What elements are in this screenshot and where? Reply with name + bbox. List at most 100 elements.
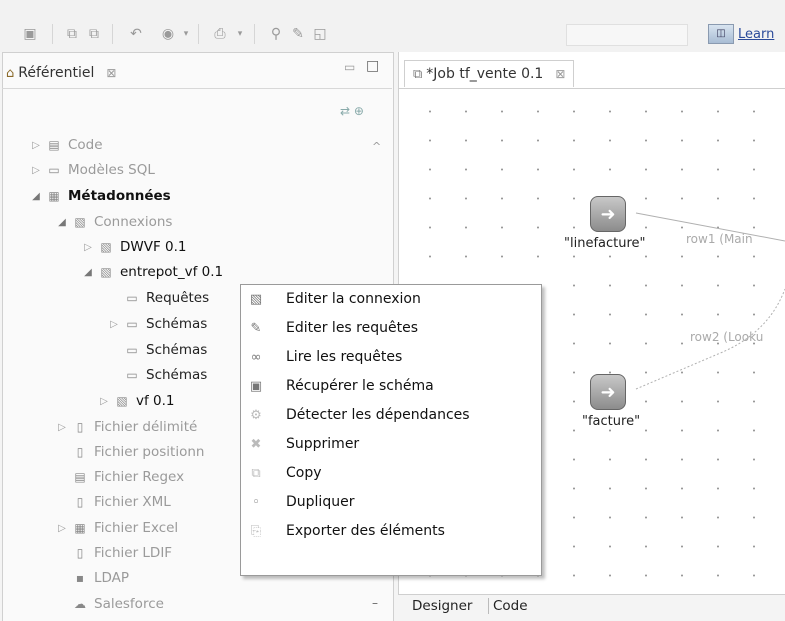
delete-icon: ✖ — [250, 436, 262, 452]
collapse-icon[interactable]: ◢ — [56, 217, 68, 228]
repository-tab-title: Référentiel — [18, 65, 95, 81]
sql-models-icon: ▭ — [48, 163, 60, 177]
collapse-icon[interactable]: ◢ — [82, 267, 94, 278]
file-icon: ▤ — [74, 470, 86, 484]
arrow-icon: ➜ — [600, 381, 616, 403]
menu-item-edit-queries[interactable]: ✎ Editer les requêtes — [240, 314, 540, 342]
menu-item-edit-connection[interactable]: ▧ Editer la connexion — [240, 285, 540, 313]
tree-item-xml-file[interactable]: ▯ Fichier XML — [72, 491, 171, 513]
salesforce-icon: ☁ — [74, 597, 86, 611]
export-icon[interactable]: ⎙ — [212, 26, 228, 42]
duplicate-icon: ◦ — [252, 494, 260, 510]
tree-item-positional-file[interactable]: ▯ Fichier positionn — [72, 441, 205, 463]
menu-item-delete[interactable]: ✖ Supprimer — [240, 430, 540, 458]
tree-item-sql-models[interactable]: ▷ ▭ Modèles SQL — [30, 159, 155, 181]
menu-item-label: Editer les requêtes — [286, 320, 419, 336]
tree-item-ldap[interactable]: ▪ LDAP — [72, 567, 129, 589]
export-icon: ⎘ — [250, 523, 262, 539]
tree-item-requetes[interactable]: ▭ Requêtes — [124, 287, 209, 309]
copy-icon: ⧉ — [251, 465, 261, 481]
chevron-down-icon[interactable]: ▾ — [232, 26, 248, 42]
tree-item-connections[interactable]: ◢ ▧ Connexions — [56, 211, 172, 233]
connection-label[interactable]: row2 (Looku — [690, 330, 763, 344]
scroll-down-icon[interactable]: – — [372, 596, 378, 610]
tree-item-label: Connexions — [94, 214, 173, 230]
tree-item-metadata[interactable]: ◢ ▦ Métadonnées — [30, 185, 171, 207]
menu-item-label: Lire les requêtes — [286, 349, 403, 365]
toolbar-search-field[interactable] — [566, 24, 688, 46]
expand-icon[interactable]: ▷ — [56, 422, 68, 433]
menu-item-read-queries[interactable]: ∞ Lire les requêtes — [240, 343, 540, 371]
expand-icon[interactable]: ▷ — [30, 165, 42, 176]
tree-item-schemas[interactable]: ▷ ▭ Schémas — [108, 313, 207, 335]
sync-icon[interactable]: ⇄ ⊕ — [340, 104, 364, 118]
expand-icon[interactable]: ▷ — [82, 242, 94, 253]
tab-job-editor[interactable]: ⧉ *Job tf_vente 0.1 ⊠ — [404, 60, 575, 87]
menu-item-label: Copy — [286, 465, 322, 481]
menu-item-label: Editer la connexion — [286, 291, 421, 307]
tree-item-excel-file[interactable]: ▷ ▦ Fichier Excel — [56, 517, 178, 539]
scroll-up-icon[interactable]: ^ — [372, 140, 381, 153]
tree-item-code[interactable]: ▷ ▤ Code — [30, 134, 102, 156]
layout-icon[interactable]: ◱ — [312, 26, 328, 42]
tree-item-salesforce[interactable]: ☁ Salesforce — [72, 593, 164, 615]
tab-designer[interactable]: Designer — [412, 598, 472, 614]
menu-item-detect-dependencies[interactable]: ⚙ Détecter les dépendances — [240, 401, 540, 429]
close-icon[interactable]: ⊠ — [106, 66, 116, 80]
tree-item-label: Fichier Regex — [94, 469, 185, 485]
connection-icon: ▧ — [100, 240, 112, 254]
expand-icon[interactable]: ▷ — [56, 523, 68, 534]
paste-icon[interactable]: ⧉ — [86, 26, 102, 42]
learn-button[interactable]: ◫ Learn — [708, 22, 774, 46]
tree-item-schemas[interactable]: ▭ Schémas — [124, 339, 207, 361]
chevron-down-icon[interactable]: ▾ — [178, 26, 194, 42]
edit-icon[interactable]: ✎ — [290, 26, 306, 42]
tree-item-dwvf[interactable]: ▷ ▧ DWVF 0.1 — [82, 236, 186, 258]
tree-item-vf[interactable]: ▷ ▧ vf 0.1 — [98, 390, 174, 412]
main-toolbar: ▣ ⧉ ⧉ ↶ ◉ ▾ ⎙ ▾ ⚲ ✎ ◱ ◫ Learn — [0, 0, 785, 52]
menu-item-label: Récupérer le schéma — [286, 378, 434, 394]
tab-repository[interactable]: ⌂ Référentiel ⊠ — [6, 60, 116, 86]
tree-item-label: Fichier positionn — [94, 444, 205, 460]
zoom-icon[interactable]: ⚲ — [268, 26, 284, 42]
toolbar-separator — [112, 24, 113, 44]
menu-item-duplicate[interactable]: ◦ Dupliquer — [240, 488, 540, 516]
run-icon[interactable]: ◉ — [160, 26, 176, 42]
ldap-icon: ▪ — [75, 571, 85, 585]
menu-item-copy[interactable]: ⧉ Copy — [240, 459, 540, 487]
copy-icon[interactable]: ⧉ — [64, 26, 80, 42]
close-icon[interactable]: ⊠ — [555, 67, 565, 81]
file-icon: ▯ — [76, 420, 84, 434]
tree-item-regex-file[interactable]: ▤ Fichier Regex — [72, 466, 184, 488]
expand-icon[interactable]: ▷ — [30, 140, 42, 151]
connection-label[interactable]: row1 (Main — [686, 232, 753, 246]
file-icon: ▯ — [76, 445, 84, 459]
tree-item-ldif-file[interactable]: ▯ Fichier LDIF — [72, 542, 172, 564]
tree-item-entrepot[interactable]: ◢ ▧ entrepot_vf 0.1 — [82, 261, 223, 283]
expand-icon[interactable]: ▷ — [108, 319, 120, 330]
pencil-icon: ✎ — [250, 320, 262, 336]
component-linefacture[interactable]: ➜ — [590, 196, 626, 232]
learn-label: Learn — [738, 26, 775, 42]
component-facture[interactable]: ➜ — [590, 374, 626, 410]
expand-icon[interactable]: ▷ — [98, 396, 110, 407]
tree-item-delimited-file[interactable]: ▷ ▯ Fichier délimité — [56, 416, 197, 438]
menu-item-retrieve-schema[interactable]: ▣ Récupérer le schéma — [240, 372, 540, 400]
code-icon: ▤ — [48, 138, 60, 152]
learn-icon: ◫ — [708, 24, 734, 44]
collapse-icon[interactable]: ◢ — [30, 191, 42, 202]
tree-item-label: Schémas — [146, 367, 208, 383]
save-icon[interactable]: ▣ — [22, 26, 38, 42]
undo-icon[interactable]: ↶ — [128, 26, 144, 42]
file-icon: ▯ — [76, 546, 84, 560]
connection-folder-icon: ▧ — [74, 215, 86, 229]
menu-item-export[interactable]: ⎘ Exporter des éléments — [240, 517, 540, 545]
tree-item-label: Fichier Excel — [94, 520, 179, 536]
minimize-icon[interactable]: ▭ — [344, 60, 355, 74]
tab-code[interactable]: Code — [488, 598, 532, 614]
menu-item-label: Dupliquer — [286, 494, 355, 510]
maximize-icon[interactable]: □ — [366, 58, 379, 74]
tree-item-label: Schémas — [146, 342, 208, 358]
tree-item-schemas[interactable]: ▭ Schémas — [124, 364, 207, 386]
job-tab-title: *Job tf_vente 0.1 — [426, 66, 544, 82]
